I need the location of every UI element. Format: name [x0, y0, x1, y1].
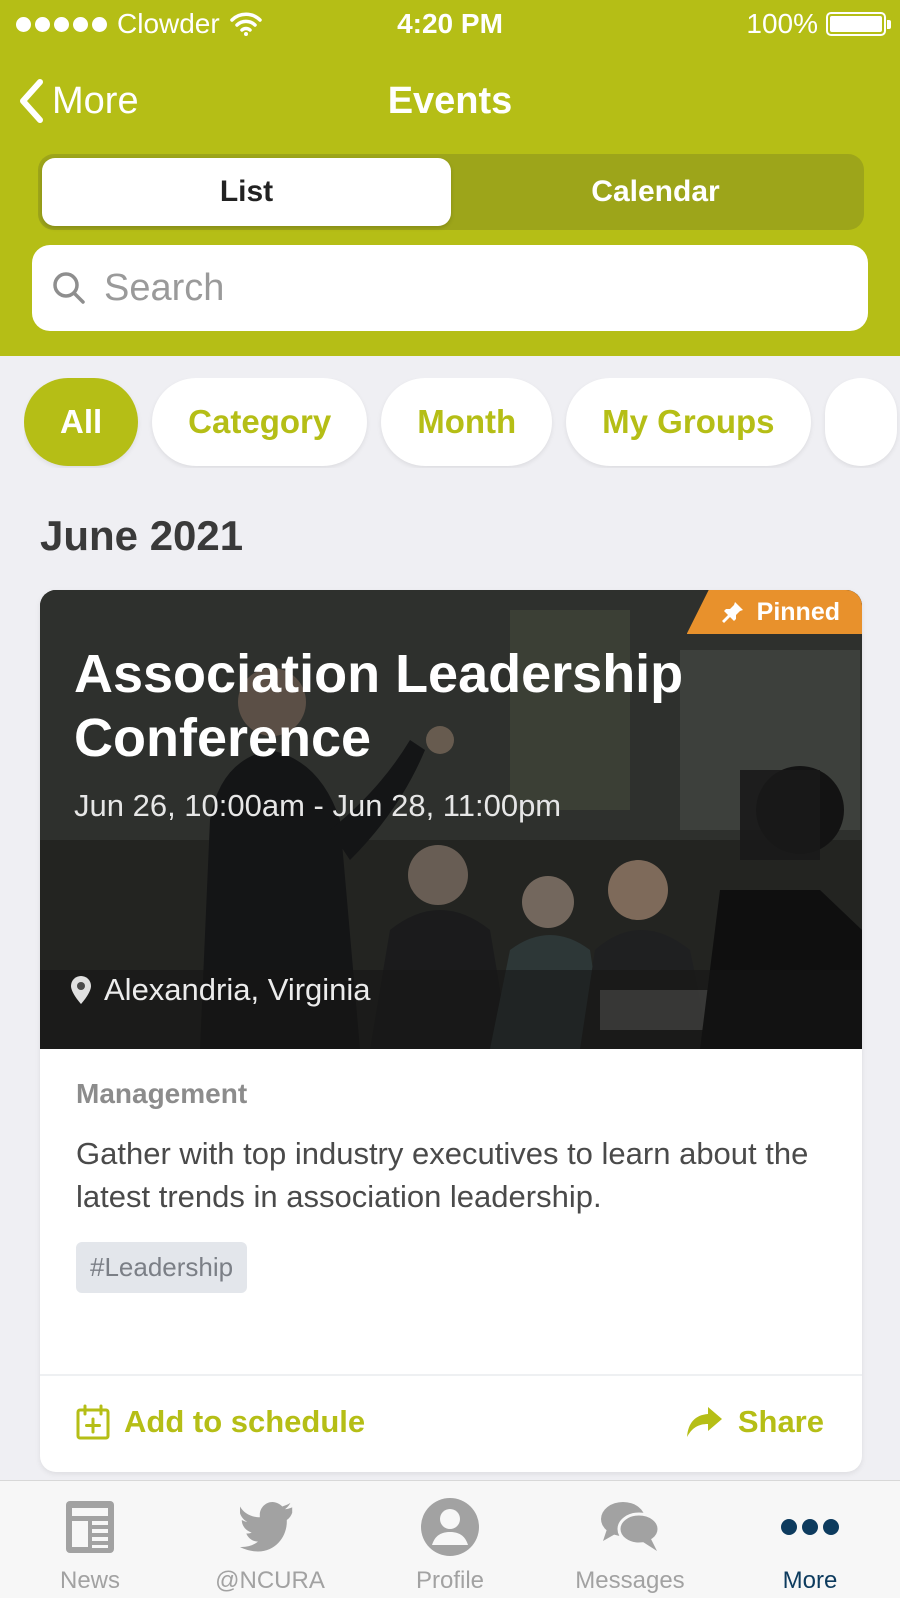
app-header: Clowder 4:20 PM 100% More Events List Ca…	[0, 0, 900, 356]
tab-bar: News @NCURA Profile Messages More	[0, 1480, 900, 1598]
search-bar	[32, 245, 868, 331]
share-button[interactable]: Share	[684, 1404, 824, 1440]
share-label: Share	[737, 1404, 824, 1439]
pinned-badge: Pinned	[686, 590, 862, 634]
event-details: Management Gather with top industry exec…	[76, 1078, 826, 1293]
list-tab[interactable]: List	[42, 158, 451, 226]
view-toggle: List Calendar	[38, 154, 864, 230]
messages-icon	[601, 1502, 661, 1551]
navigation-bar: More Events	[0, 60, 900, 148]
add-to-schedule-button[interactable]: Add to schedule	[76, 1404, 365, 1440]
tab-ncura-label: @NCURA	[215, 1567, 325, 1594]
more-icon	[781, 1519, 839, 1535]
event-date-range: Jun 26, 10:00am - Jun 28, 11:00pm	[74, 788, 562, 823]
event-tag[interactable]: #Leadership	[76, 1242, 248, 1293]
twitter-icon	[240, 1502, 293, 1552]
tab-more[interactable]: More	[720, 1481, 900, 1598]
event-category: Management	[76, 1078, 248, 1109]
event-description: Gather with top industry executives to l…	[76, 1136, 809, 1214]
location-pin-icon	[71, 976, 91, 1004]
tab-profile-label: Profile	[415, 1567, 485, 1594]
event-actions: Add to schedule Share	[40, 1374, 862, 1472]
pinned-label: Pinned	[756, 597, 840, 626]
location-label: Alexandria, Virginia	[104, 972, 371, 1007]
search-input[interactable]	[104, 266, 804, 310]
share-arrow-icon	[686, 1407, 722, 1437]
filter-more-partial[interactable]	[824, 378, 897, 466]
filter-category[interactable]: Category	[152, 378, 368, 466]
tab-more-label: More	[782, 1567, 838, 1594]
pin-icon	[721, 602, 743, 623]
calendar-add-icon	[76, 1404, 110, 1440]
status-bar: Clowder 4:20 PM 100%	[0, 0, 900, 52]
event-hero-image: Pinned Association Leadership Conference…	[40, 590, 862, 1049]
filter-my-groups[interactable]: My Groups	[566, 378, 811, 466]
tab-news-label: News	[59, 1567, 120, 1594]
tab-messages-label: Messages	[575, 1567, 685, 1594]
event-location: Alexandria, Virginia	[70, 972, 371, 1008]
news-icon	[66, 1501, 114, 1553]
filter-month[interactable]: Month	[381, 378, 553, 466]
battery-percent: 100%	[746, 8, 818, 39]
battery-icon	[826, 12, 891, 36]
profile-icon	[421, 1498, 479, 1556]
filter-chips: All Category Month My Groups	[24, 378, 900, 468]
event-card[interactable]: Pinned Association Leadership Conference…	[40, 590, 862, 1472]
page-title: Events	[387, 80, 513, 122]
event-title: Association Leadership Conference	[74, 644, 684, 768]
search-icon	[53, 272, 85, 304]
month-heading: June 2021	[40, 512, 244, 559]
tab-messages[interactable]: Messages	[540, 1481, 720, 1598]
calendar-tab[interactable]: Calendar	[451, 158, 860, 226]
filter-all[interactable]: All	[24, 378, 139, 466]
tab-profile[interactable]: Profile	[360, 1481, 540, 1598]
tab-news[interactable]: News	[0, 1481, 180, 1598]
add-to-schedule-label: Add to schedule	[124, 1404, 366, 1439]
tab-ncura[interactable]: @NCURA	[180, 1481, 360, 1598]
